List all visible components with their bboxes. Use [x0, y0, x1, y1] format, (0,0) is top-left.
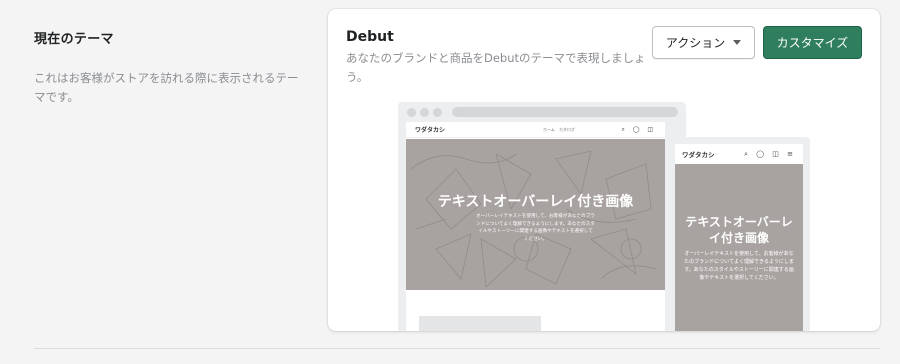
store-logo: ワダタカシ — [682, 151, 715, 159]
mobile-hero-image: テキストオーバーレイ付き画像 オーバーレイテキストを使用して、お客様があなたのブ… — [675, 164, 803, 331]
desktop-page: ワダタカシ ホーム カタログ ⌕ ◯ ◫ テキストオーバーレイ付き画像 オーバー… — [406, 122, 665, 331]
window-dot-icon — [433, 108, 442, 117]
browser-url-bar — [452, 107, 678, 117]
customize-button[interactable]: カスタマイズ — [763, 26, 862, 59]
content-placeholder — [419, 316, 541, 331]
section-divider — [34, 348, 880, 349]
desktop-hero-image: テキストオーバーレイ付き画像 オーバーレイテキストを使用して、お客様があなたのブ… — [406, 139, 665, 290]
mobile-store-header: ワダタカシ ⌕ ◯ ◫ ≡ — [675, 144, 803, 164]
store-nav: ホーム カタログ — [543, 126, 575, 132]
store-logo: ワダタカシ — [415, 127, 446, 134]
hero-title: テキストオーバーレイ付き画像 — [685, 215, 793, 245]
action-dropdown-button[interactable]: アクション — [652, 26, 755, 59]
current-theme-card: Debut あなたのブランドと商品をDebutのテーマで表現しましょう。 アクシ… — [328, 9, 880, 331]
theme-description: あなたのブランドと商品をDebutのテーマで表現しましょう。 — [346, 51, 646, 84]
action-button-label: アクション — [665, 36, 726, 50]
theme-name: Debut — [346, 29, 394, 45]
hero-title: テキストオーバーレイ付き画像 — [437, 194, 634, 210]
hero-text: オーバーレイテキストを使用して、お客様があなたのブランドについてよく理解できるよ… — [684, 251, 794, 281]
hero-text: オーバーレイテキストを使用して、お客様があなたのブランドについてよく理解できるよ… — [476, 214, 595, 242]
window-dot-icon — [407, 108, 416, 117]
caret-down-icon — [733, 40, 742, 45]
window-dot-icon — [420, 108, 429, 117]
desktop-preview: ワダタカシ ホーム カタログ ⌕ ◯ ◫ テキストオーバーレイ付き画像 オーバー… — [398, 102, 686, 331]
section-title: 現在のテーマ — [34, 32, 114, 47]
section-info: 現在のテーマ これはお客様がストアを訪れる際に表示されるテーマです。 — [34, 28, 304, 107]
desktop-store-header: ワダタカシ ホーム カタログ ⌕ ◯ ◫ — [406, 122, 665, 138]
mobile-preview: ワダタカシ ⌕ ◯ ◫ ≡ テキストオーバーレイ付き画像 オーバーレイテキストを… — [670, 137, 810, 331]
section-description: これはお客様がストアを訪れる際に表示されるテーマです。 — [34, 71, 299, 104]
mobile-page: ワダタカシ ⌕ ◯ ◫ ≡ テキストオーバーレイ付き画像 オーバーレイテキストを… — [675, 144, 803, 331]
store-header-icons: ⌕ ◯ ◫ — [621, 125, 656, 133]
store-header-icons: ⌕ ◯ ◫ ≡ — [744, 149, 796, 158]
